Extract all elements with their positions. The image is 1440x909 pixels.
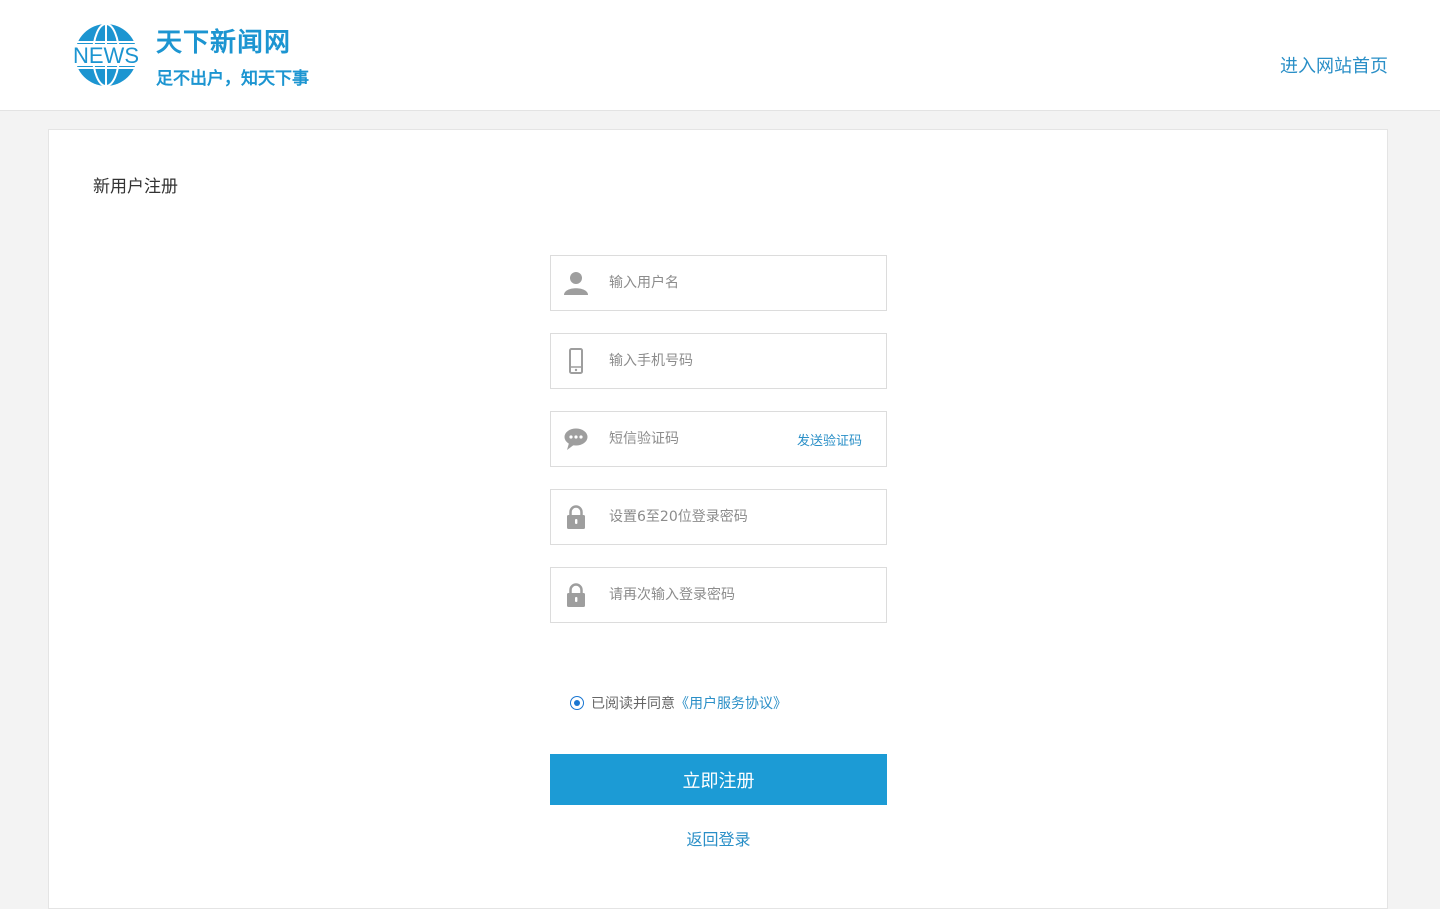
lock-icon [567,505,585,529]
phone-input[interactable] [609,334,809,388]
lock-icon [567,583,585,607]
agreement-radio[interactable] [570,696,584,710]
username-input[interactable] [609,256,809,310]
username-field[interactable] [550,255,887,311]
confirm-password-field[interactable] [550,567,887,623]
logo-text: NEWS [73,43,139,68]
agreement-text: 已阅读并同意 [591,696,675,712]
confirm-password-input[interactable] [609,568,809,622]
password-field[interactable] [550,489,887,545]
sms-code-field[interactable]: 发送验证码 [550,411,887,467]
site-slogan: 足不出户，知天下事 [156,69,309,89]
register-panel: 新用户注册 发送验证码 [48,129,1388,909]
agreement-row: 已阅读并同意 《用户服务协议》 [570,693,787,713]
register-button[interactable]: 立即注册 [550,754,887,805]
send-code-button[interactable]: 发送验证码 [797,430,862,449]
back-to-login-link[interactable]: 返回登录 [550,826,887,850]
sms-code-input[interactable] [609,412,809,466]
site-name[interactable]: 天下新闻网 [156,22,291,59]
home-link[interactable]: 进入网站首页 [1280,52,1388,78]
service-agreement-link[interactable]: 《用户服务协议》 [675,693,787,713]
site-header: NEWS 天下新闻网 足不出户，知天下事 进入网站首页 [0,0,1440,111]
page-title: 新用户注册 [93,177,178,197]
chat-icon [564,428,588,450]
news-globe-logo[interactable]: NEWS [70,20,142,90]
user-icon [564,272,588,295]
phone-icon [569,348,583,374]
password-input[interactable] [609,490,809,544]
phone-field[interactable] [550,333,887,389]
